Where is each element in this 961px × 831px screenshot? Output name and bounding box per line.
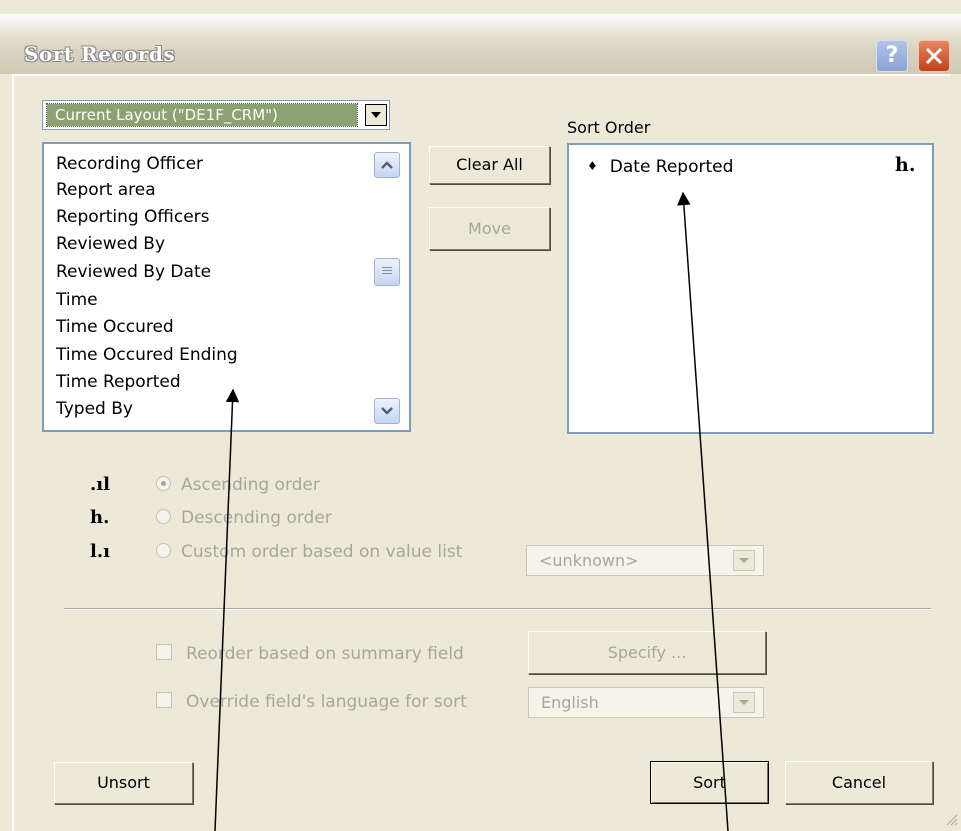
vertical-scrollbar[interactable]: [368, 144, 409, 430]
clear-all-button[interactable]: Clear All: [429, 146, 550, 184]
sort-button[interactable]: Sort: [650, 761, 769, 804]
sort-order-field: Date Reported: [609, 157, 734, 177]
help-icon: ?: [885, 43, 899, 68]
value-list-select[interactable]: <unknown>: [526, 545, 764, 576]
descending-radio[interactable]: [156, 509, 171, 524]
reorder-option[interactable]: Reorder based on summary field: [156, 643, 464, 664]
custom-order-option[interactable]: l.ı Custom order based on value list: [90, 541, 462, 562]
dialog-title: Sort Records: [24, 42, 176, 66]
sort-records-dialog: Sort Records ? Current Layout ("DE1F_CRM…: [0, 0, 961, 831]
list-item[interactable]: Time: [56, 290, 98, 310]
cancel-button[interactable]: Cancel: [785, 761, 933, 804]
language-select[interactable]: English: [528, 687, 764, 718]
scroll-up-button[interactable]: [374, 152, 400, 178]
chevron-down-icon[interactable]: [365, 104, 387, 126]
specify-button[interactable]: Specify ...: [528, 631, 766, 674]
sort-order-item[interactable]: ♦ Date Reported: [587, 157, 733, 177]
override-language-checkbox[interactable]: [156, 692, 172, 708]
custom-order-radio[interactable]: [156, 543, 171, 558]
descending-label: Descending order: [181, 508, 332, 528]
list-item[interactable]: Reporting Officers: [56, 207, 210, 227]
value-list-value: <unknown>: [539, 551, 639, 570]
list-item[interactable]: Time Occured: [56, 317, 174, 337]
sort-order-label: Sort Order: [567, 118, 651, 137]
descending-option[interactable]: h. Descending order: [90, 507, 332, 528]
list-item[interactable]: Report area: [56, 180, 156, 200]
sort-order-list[interactable]: ♦ Date Reported h.: [567, 143, 934, 434]
custom-order-label: Custom order based on value list: [181, 542, 463, 562]
chevron-down-icon[interactable]: [733, 692, 755, 713]
chevron-down-icon: [381, 407, 393, 415]
descending-icon: h.: [895, 154, 916, 176]
list-item[interactable]: Time Reported: [56, 372, 181, 392]
descending-icon: h.: [90, 507, 110, 528]
scroll-down-button[interactable]: [374, 398, 400, 424]
close-icon: [925, 47, 943, 65]
divider: [64, 608, 931, 610]
override-language-label: Override field's language for sort: [186, 692, 467, 712]
ascending-icon: .ıl: [90, 474, 110, 495]
field-list[interactable]: Recording Officer Report area Reporting …: [42, 142, 411, 432]
drag-handle-icon[interactable]: ♦: [587, 159, 598, 173]
custom-order-icon: l.ı: [90, 541, 110, 562]
ascending-radio[interactable]: [156, 476, 171, 491]
layout-select-value: Current Layout ("DE1F_CRM"): [46, 103, 358, 127]
language-value: English: [541, 693, 599, 712]
ascending-option[interactable]: .ıl Ascending order: [90, 474, 320, 495]
chevron-down-icon[interactable]: [733, 550, 755, 571]
chevron-up-icon: [381, 161, 393, 169]
move-button[interactable]: Move: [429, 207, 550, 250]
reorder-label: Reorder based on summary field: [186, 644, 464, 664]
resize-grip-icon[interactable]: [946, 814, 958, 826]
override-language-option[interactable]: Override field's language for sort: [156, 691, 467, 712]
unsort-button[interactable]: Unsort: [54, 762, 193, 804]
list-item[interactable]: Time Occured Ending: [56, 345, 238, 365]
ascending-label: Ascending order: [181, 475, 320, 495]
list-item[interactable]: Reviewed By: [56, 234, 165, 254]
close-button[interactable]: [918, 40, 950, 72]
scroll-thumb[interactable]: [374, 258, 400, 286]
help-button[interactable]: ?: [876, 40, 908, 72]
layout-select[interactable]: Current Layout ("DE1F_CRM"): [42, 100, 390, 130]
list-item[interactable]: Recording Officer: [56, 154, 203, 174]
list-item[interactable]: Reviewed By Date: [56, 262, 211, 282]
reorder-checkbox[interactable]: [156, 644, 172, 660]
list-item[interactable]: Typed By: [56, 399, 133, 419]
title-bar[interactable]: Sort Records ?: [0, 14, 961, 74]
